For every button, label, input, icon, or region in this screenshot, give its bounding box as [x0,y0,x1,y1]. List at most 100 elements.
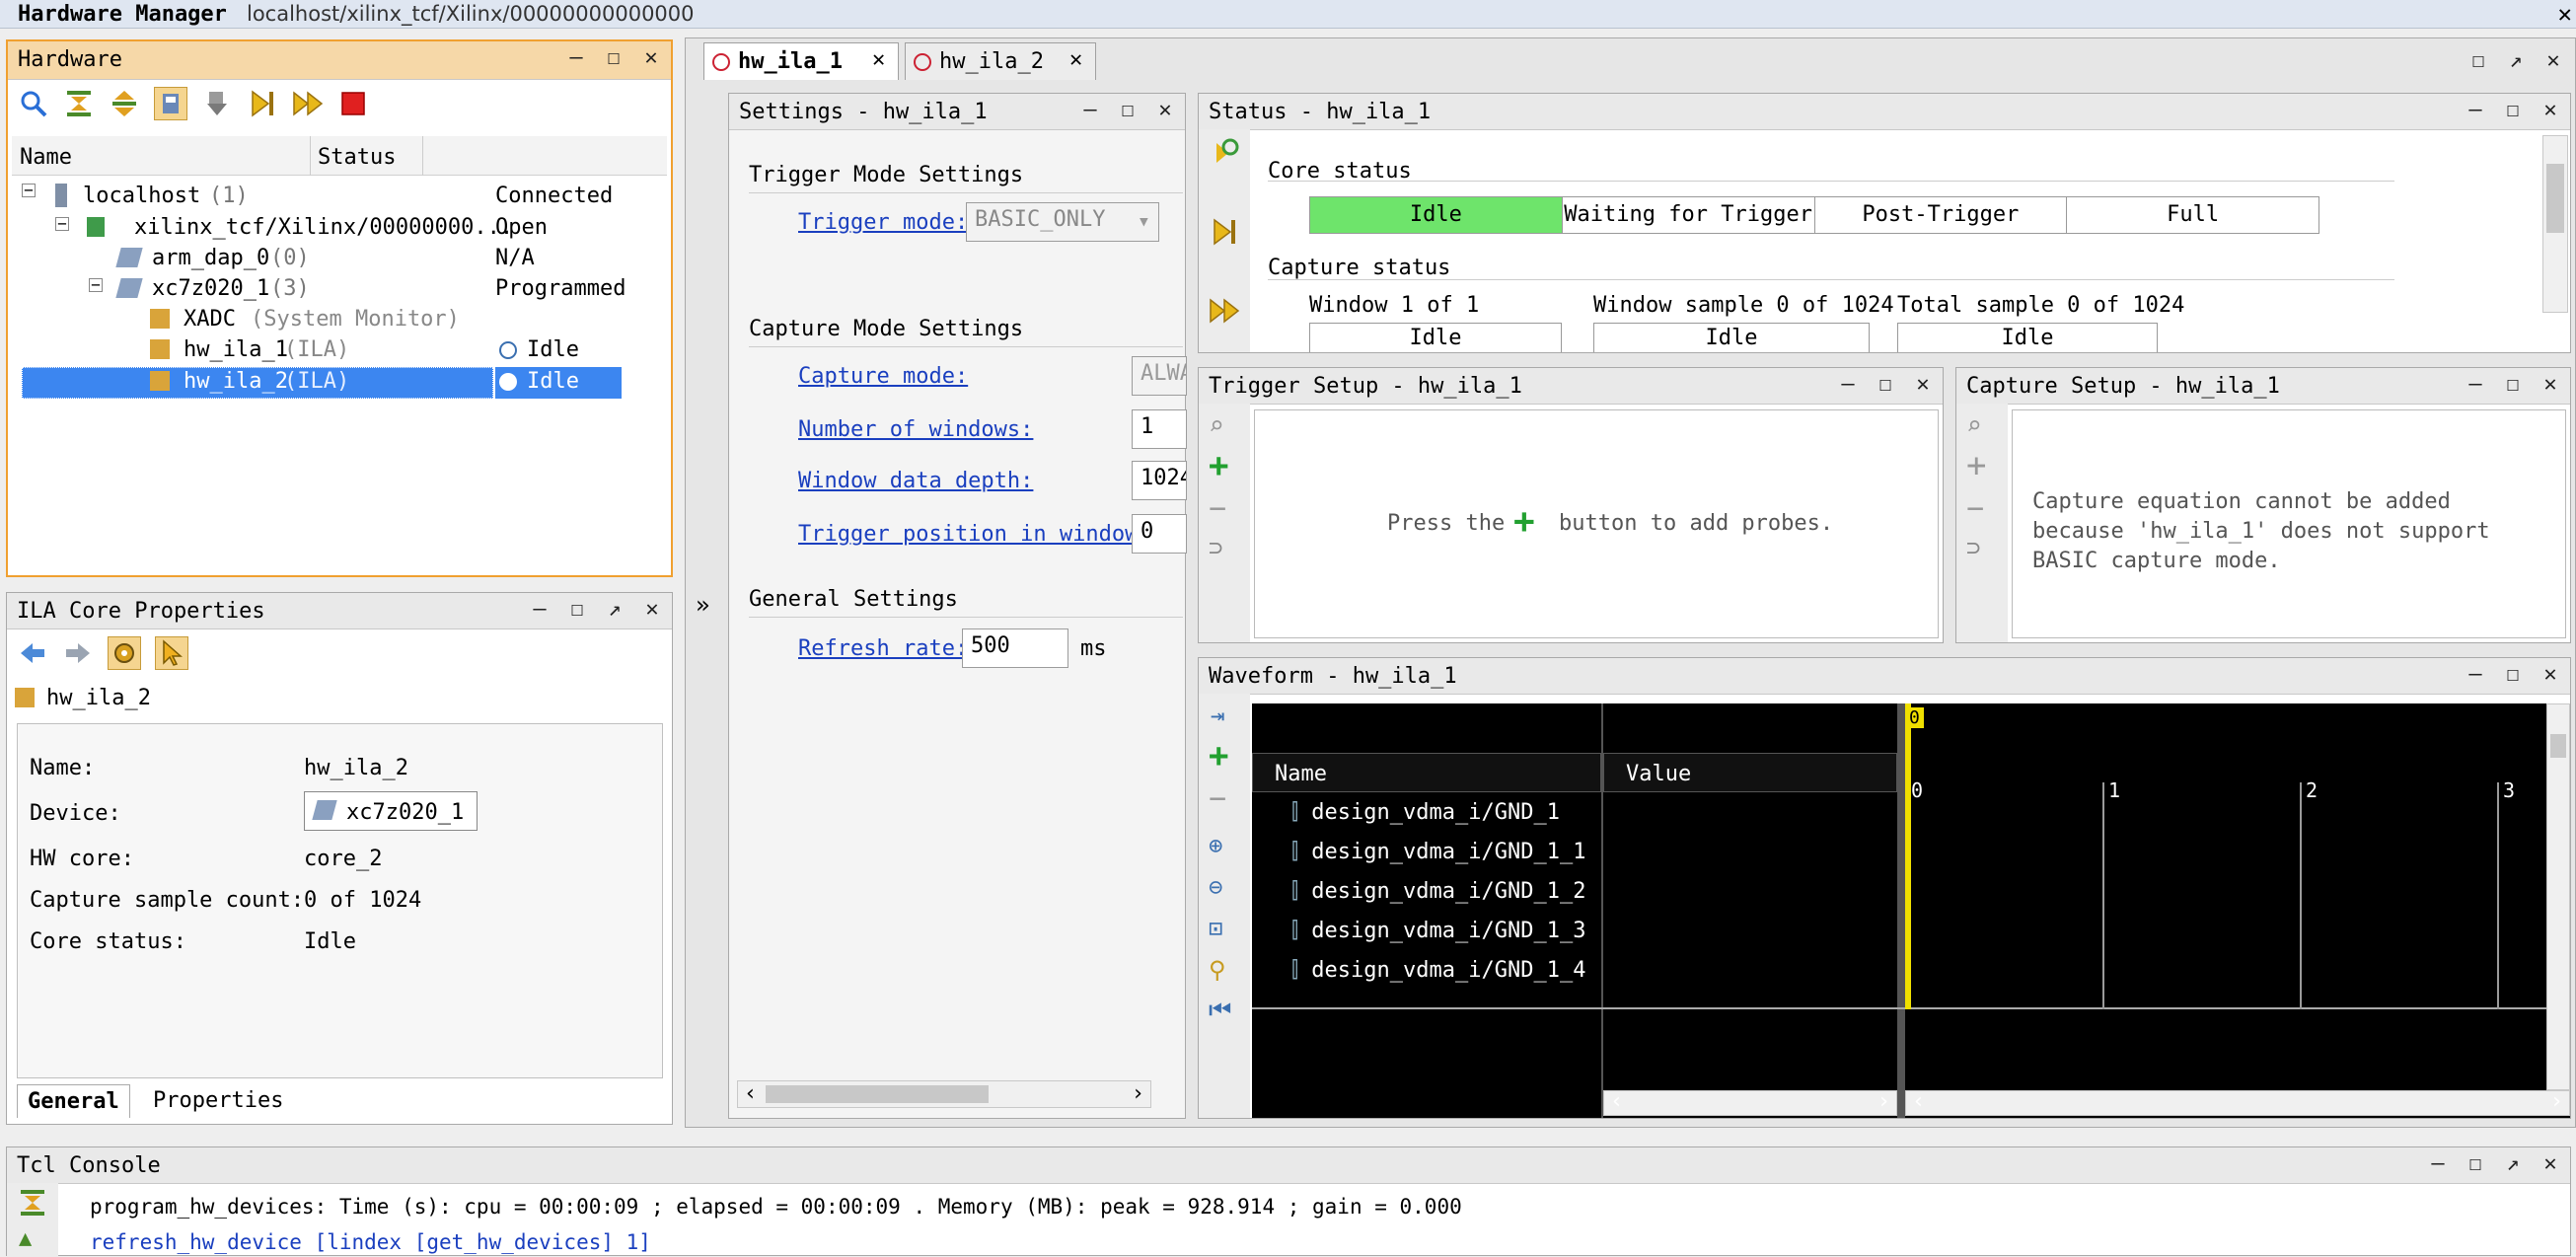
tree-row-localhost[interactable]: − localhost (1) Connected [12,182,673,213]
collapse-all-icon[interactable] [63,88,95,119]
tab-hw-ila-1[interactable]: hw_ila_1 ✕ [703,42,899,80]
pointer-icon[interactable] [155,636,188,670]
tab-general[interactable]: General [17,1084,130,1118]
search-icon[interactable] [18,88,49,119]
run-trigger-icon[interactable] [1209,216,1240,248]
close-icon[interactable]: ✕ [2541,48,2565,73]
scroll-thumb[interactable] [2546,164,2564,233]
maximize-icon[interactable]: ☐ [1874,372,1897,397]
vertical-scrollbar[interactable] [2542,135,2568,313]
maximize-icon[interactable]: ☐ [1116,98,1140,122]
close-icon[interactable]: ✕ [2539,662,2562,687]
auto-connect-icon[interactable] [154,87,187,120]
window-data-depth-input[interactable]: 1024 [1132,461,1187,500]
back-arrow-icon[interactable] [17,637,48,669]
refresh-rate-input[interactable]: 500 [962,628,1068,668]
add-probe-icon[interactable]: + [1209,739,1228,773]
device-link-box[interactable]: xc7z020_1 [304,791,478,831]
horizontal-scrollbar[interactable]: ‹ › [737,1080,1151,1108]
collapse-toggle-icon[interactable]: − [55,216,69,232]
remove-probe-icon[interactable]: − [1209,494,1226,524]
tree-row-hw-ila-1[interactable]: hw_ila_1 (ILA) Idle [12,335,673,367]
scroll-right-icon[interactable]: › [1877,1089,1890,1114]
maximize-icon[interactable]: ☐ [2501,662,2525,687]
minimize-icon[interactable]: — [1078,98,1102,122]
tree-row-xadc[interactable]: XADC (System Monitor) [12,305,673,336]
scroll-right-icon[interactable]: › [1132,1081,1144,1106]
gate-icon[interactable]: ⊃ [1209,534,1222,561]
signal-row[interactable]: ⫿ design_vdma_i/GND_1_3 [1291,919,1585,943]
number-of-windows-link[interactable]: Number of windows: [798,417,1033,442]
close-icon[interactable]: ✕ [2539,98,2562,122]
expand-icon[interactable]: ▲ [19,1226,32,1251]
close-icon[interactable]: ✕ [639,45,663,70]
signal-row[interactable]: ⫿ design_vdma_i/GND_1_2 [1291,879,1585,904]
collapse-all-icon[interactable] [17,1187,48,1219]
float-icon[interactable]: ↗ [2504,48,2528,73]
tree-row-hw-ila-2[interactable]: hw_ila_2 (ILA) Idle [12,367,673,399]
remove-probe-icon[interactable]: − [1966,494,1984,524]
maximize-icon[interactable]: ☐ [2464,1151,2487,1176]
zoom-fit-icon[interactable]: ⊡ [1209,915,1222,942]
collapse-toggle-icon[interactable]: − [22,183,36,198]
run-immediate-icon[interactable] [1209,295,1240,327]
float-icon[interactable]: ↗ [2501,1151,2525,1176]
settings-gear-icon[interactable] [108,636,141,670]
capture-mode-dropdown[interactable]: ALWA [1132,356,1187,396]
minimize-icon[interactable]: — [2464,98,2487,122]
scroll-thumb[interactable] [766,1085,989,1103]
time-scrollbar[interactable]: ‹ › [1905,1089,2570,1116]
close-icon[interactable]: ✕ [2539,372,2562,397]
trigger-position-input[interactable]: 0 [1132,514,1187,554]
close-icon[interactable]: ✕ [2558,0,2572,28]
minimize-icon[interactable]: — [564,45,588,70]
minimize-icon[interactable]: — [528,597,552,622]
capture-mode-link[interactable]: Capture mode: [798,364,968,389]
scroll-left-icon[interactable]: ‹ [1610,1089,1623,1114]
expand-sidebar-icon[interactable]: » [696,591,709,619]
add-probe-icon[interactable]: + [1209,449,1228,482]
close-icon[interactable]: ✕ [640,597,664,622]
go-to-start-icon[interactable]: ⏮ [1209,996,1231,1026]
waveform-vertical-scrollbar[interactable] [2546,703,2570,1090]
auto-refresh-icon[interactable] [1209,137,1240,169]
trigger-mode-dropdown[interactable]: BASIC_ONLY ▾ [966,202,1159,242]
expand-all-icon[interactable] [109,88,140,119]
tree-row-arm-dap[interactable]: arm_dap_0 (0) N/A [12,244,673,275]
tree-row-target[interactable]: − xilinx_tcf/Xilinx/00000000... Open [12,213,673,245]
close-icon[interactable]: ✕ [1153,98,1177,122]
zoom-out-icon[interactable]: ⊖ [1209,873,1222,901]
forward-arrow-icon[interactable] [62,637,94,669]
signal-row[interactable]: ⫿ design_vdma_i/GND_1_4 [1291,958,1585,983]
maximize-icon[interactable]: ☐ [565,597,589,622]
program-device-icon[interactable] [201,88,233,119]
zoom-in-icon[interactable]: ⊕ [1209,832,1222,859]
go-to-cursor-icon[interactable]: ⇥ [1211,702,1224,729]
gate-icon[interactable]: ⊃ [1966,534,1980,561]
minimize-icon[interactable]: — [2426,1151,2450,1176]
zoom-cursor-icon[interactable]: ⚲ [1209,956,1226,984]
scroll-right-icon[interactable]: › [2550,1089,2563,1114]
value-scrollbar[interactable]: ‹ › [1603,1089,1897,1116]
scroll-left-icon[interactable]: ‹ [1912,1089,1925,1114]
scroll-left-icon[interactable]: ‹ [744,1081,757,1106]
tab-properties[interactable]: Properties [143,1084,293,1118]
run-trigger-icon[interactable] [247,88,278,119]
search-icon[interactable]: ⌕ [1209,411,1224,441]
trigger-mode-link[interactable]: Trigger mode: [798,210,968,235]
stop-icon[interactable] [337,88,369,119]
search-icon[interactable]: ⌕ [1966,411,1982,441]
maximize-icon[interactable]: ☐ [2501,98,2525,122]
close-icon[interactable]: ✕ [1911,372,1935,397]
remove-probe-icon[interactable]: − [1209,784,1226,814]
scroll-thumb[interactable] [2550,734,2566,758]
tree-row-xc7z020[interactable]: − xc7z020_1 (3) Programmed [12,274,673,306]
refresh-rate-link[interactable]: Refresh rate: [798,636,968,661]
run-immediate-icon[interactable] [292,88,324,119]
minimize-icon[interactable]: — [1836,372,1860,397]
close-icon[interactable]: ✕ [2539,1151,2562,1176]
signal-row[interactable]: ⫿ design_vdma_i/GND_1 [1291,800,1560,825]
tab-hw-ila-2[interactable]: hw_ila_2 ✕ [905,42,1096,80]
close-icon[interactable]: ✕ [1069,47,1082,72]
signal-row[interactable]: ⫿ design_vdma_i/GND_1_1 [1291,840,1585,864]
